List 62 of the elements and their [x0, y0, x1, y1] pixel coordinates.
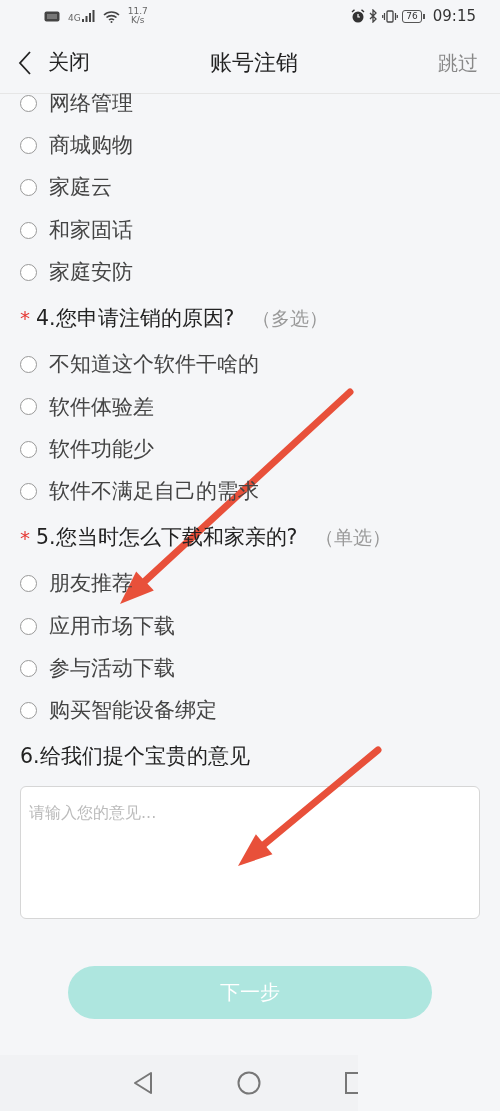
radio-button[interactable]: [20, 263, 37, 281]
signal-icon: [80, 9, 95, 22]
question-note: （单选）: [315, 525, 392, 551]
radio-button[interactable]: [20, 356, 37, 374]
option-label: 购买智能设备绑定: [49, 697, 217, 725]
status-time: 09:15: [432, 5, 476, 27]
required-mark: *: [20, 524, 30, 552]
home-nav-icon[interactable]: [237, 1071, 261, 1095]
option-label: 家庭安防: [49, 258, 133, 286]
option-row[interactable]: 网络管理: [20, 82, 480, 125]
network-type: 4G: [68, 13, 81, 23]
radio-button[interactable]: [20, 483, 37, 500]
option-row[interactable]: 软件体验差: [20, 385, 480, 429]
option-label: 朋友推荐: [49, 570, 133, 598]
battery-tip-icon: [422, 13, 425, 19]
radio-button[interactable]: [20, 221, 37, 239]
back-icon: [18, 50, 32, 75]
recents-nav-icon[interactable]: [344, 1071, 358, 1095]
question-note: （多选）: [252, 306, 329, 332]
option-row[interactable]: 商城购物: [20, 124, 480, 167]
battery-indicator: 76: [402, 9, 422, 23]
radio-button[interactable]: [20, 617, 37, 635]
option-label: 和家固话: [49, 216, 133, 244]
option-row[interactable]: 不知道这个软件干啥的: [20, 343, 480, 386]
option-row[interactable]: 朋友推荐: [20, 562, 480, 605]
option-label: 家庭云: [49, 174, 112, 202]
radio-button[interactable]: [20, 136, 37, 154]
option-label: 软件功能少: [49, 435, 154, 463]
page-title: 账号注销: [209, 49, 299, 77]
speed-unit: K/s: [129, 16, 146, 25]
question-title: 6.给我们提个宝贵的意见: [20, 743, 250, 771]
option-label: 不知道这个软件干啥的: [49, 351, 259, 379]
radio-button[interactable]: [20, 94, 37, 112]
bluetooth-icon: [369, 9, 379, 23]
option-label: 应用市场下载: [49, 612, 175, 640]
option-label: 商城购物: [49, 132, 133, 160]
alarm-icon: [351, 9, 366, 23]
radio-button[interactable]: [20, 440, 37, 458]
option-label: 参与活动下载: [49, 655, 175, 683]
radio-button[interactable]: [20, 398, 37, 416]
back-nav-icon[interactable]: [133, 1071, 153, 1095]
option-row[interactable]: 家庭安防: [20, 251, 480, 294]
radio-button[interactable]: [20, 575, 37, 593]
radio-button[interactable]: [20, 179, 37, 197]
hd-icon: [44, 10, 60, 22]
option-row[interactable]: 和家固话: [20, 208, 480, 252]
network-speed: 11.7: [127, 7, 148, 16]
option-row[interactable]: 家庭云: [20, 166, 480, 209]
required-mark: *: [20, 305, 30, 333]
question-title: 4.您申请注销的原因?: [36, 305, 235, 333]
vibrate-icon: [382, 9, 399, 23]
option-row[interactable]: 软件功能少: [20, 428, 480, 471]
option-row[interactable]: 应用市场下载: [20, 604, 480, 648]
option-row[interactable]: 参与活动下载: [20, 647, 480, 690]
wifi-icon: [102, 9, 120, 23]
radio-button[interactable]: [20, 659, 37, 677]
comment-field[interactable]: 请输入您的意见...: [20, 785, 480, 919]
back-button[interactable]: 关闭: [18, 46, 90, 79]
radio-button[interactable]: [20, 702, 37, 720]
option-row[interactable]: 购买智能设备绑定: [20, 689, 480, 732]
option-label: 网络管理: [49, 89, 133, 117]
option-label: 软件体验差: [49, 393, 154, 421]
